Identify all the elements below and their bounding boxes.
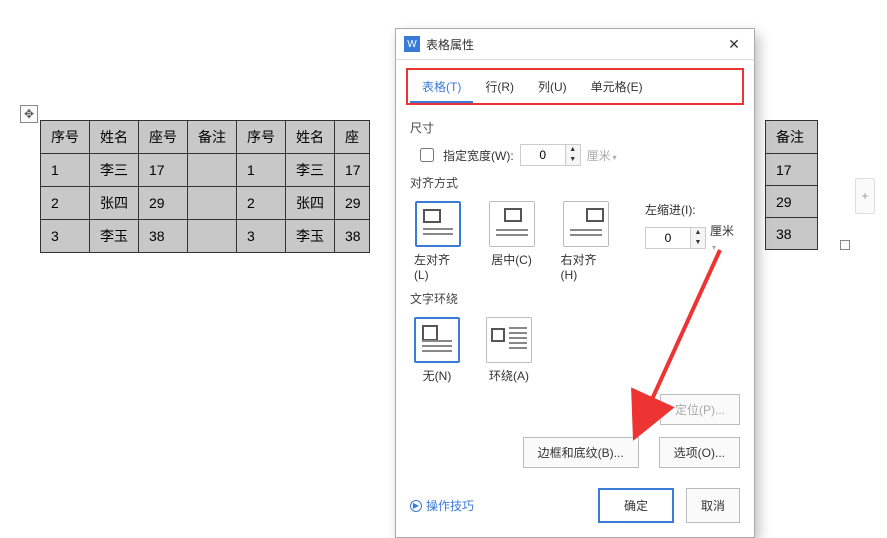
tab-row[interactable]: 行(R) (473, 72, 526, 103)
wrap-around-label: 环绕(A) (489, 367, 529, 384)
table-header-row: 序号 姓名 座号 备注 序号 姓名 座 (41, 121, 370, 154)
background-table: 序号 姓名 座号 备注 序号 姓名 座 1李三171李三17 2张四292张四2… (40, 120, 370, 253)
ok-button[interactable]: 确定 (598, 488, 674, 523)
options-button[interactable]: 选项(O)... (659, 437, 740, 468)
spin-down-icon[interactable]: ▼ (566, 155, 580, 165)
table-move-handle[interactable] (20, 105, 38, 123)
table-row: 3李玉383李玉38 (41, 220, 370, 253)
col-header: 序号 (41, 121, 90, 154)
wrap-around-option[interactable] (486, 317, 532, 363)
col-header: 备注 (766, 121, 818, 154)
align-left-option[interactable] (415, 201, 461, 247)
align-left-label: 左对齐(L) (414, 251, 463, 282)
wrap-group-label: 文字环绕 (410, 286, 740, 311)
titlebar: W 表格属性 ✕ (396, 29, 754, 60)
dialog-title: 表格属性 (426, 36, 722, 53)
tab-cell[interactable]: 单元格(E) (579, 72, 655, 103)
close-icon[interactable]: ✕ (722, 35, 746, 53)
align-right-option[interactable] (563, 201, 609, 247)
table-resize-handle[interactable] (840, 240, 850, 250)
col-header: 座号 (139, 121, 188, 154)
indent-unit[interactable]: 厘米▾ (710, 222, 736, 253)
size-group-label: 尺寸 (410, 115, 740, 140)
spin-up-icon[interactable]: ▲ (566, 145, 580, 155)
width-input[interactable] (521, 145, 565, 165)
wrap-none-label: 无(N) (423, 367, 452, 384)
width-spinner[interactable]: ▲▼ (520, 144, 581, 166)
tab-column[interactable]: 列(U) (526, 72, 579, 103)
align-center-label: 居中(C) (491, 251, 532, 268)
indent-label: 左缩进(I): (645, 201, 736, 218)
indent-spinner[interactable]: ▲▼ (645, 227, 706, 249)
tab-bar: 表格(T) 行(R) 列(U) 单元格(E) (406, 68, 744, 105)
spin-down-icon[interactable]: ▼ (691, 238, 705, 248)
col-header: 座 (335, 121, 370, 154)
app-icon: W (404, 36, 420, 52)
position-button: 定位(P)... (660, 394, 740, 425)
table-row: 1李三171李三17 (41, 154, 370, 187)
side-add-button[interactable]: + (855, 178, 875, 214)
col-header: 序号 (237, 121, 286, 154)
alignment-group-label: 对齐方式 (410, 170, 740, 195)
table-right-fragment: 备注 17 29 38 (765, 120, 818, 250)
cancel-button[interactable]: 取消 (686, 488, 740, 523)
play-icon: ▶ (410, 500, 422, 512)
spin-up-icon[interactable]: ▲ (691, 228, 705, 238)
col-header: 姓名 (90, 121, 139, 154)
tips-link[interactable]: ▶ 操作技巧 (410, 497, 474, 514)
col-header: 姓名 (286, 121, 335, 154)
col-header: 备注 (188, 121, 237, 154)
indent-input[interactable] (646, 228, 690, 248)
tab-table[interactable]: 表格(T) (410, 72, 473, 103)
width-unit[interactable]: 厘米▾ (587, 147, 617, 164)
align-center-option[interactable] (489, 201, 535, 247)
wrap-none-option[interactable] (414, 317, 460, 363)
table-properties-dialog: W 表格属性 ✕ 表格(T) 行(R) 列(U) 单元格(E) 尺寸 指定宽度(… (395, 28, 755, 538)
border-shading-button[interactable]: 边框和底纹(B)... (523, 437, 639, 468)
align-right-label: 右对齐(H) (561, 251, 611, 282)
specify-width-checkbox[interactable] (420, 148, 434, 162)
specify-width-label: 指定宽度(W): (443, 147, 514, 164)
table-row: 2张四292张四29 (41, 187, 370, 220)
